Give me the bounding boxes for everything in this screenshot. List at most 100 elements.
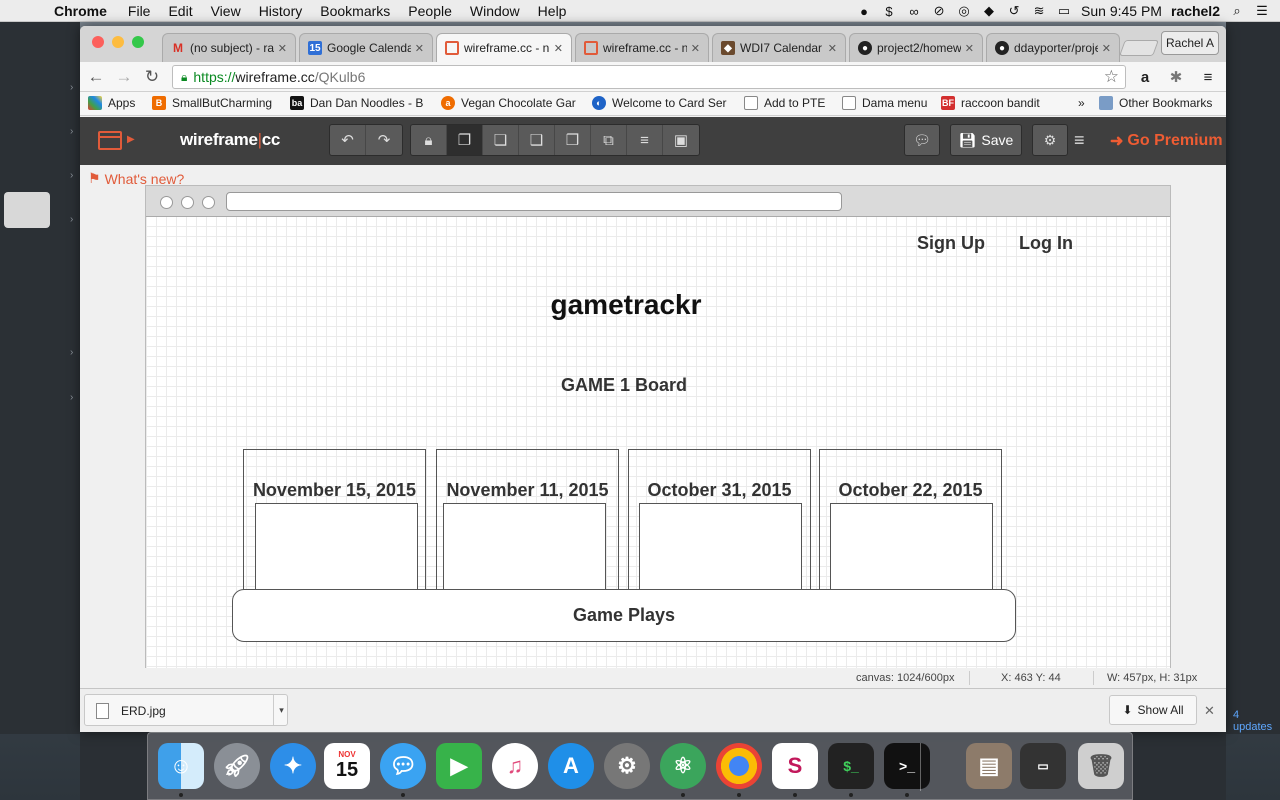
tab-github-project2[interactable]: ● project2/homew ✕ bbox=[849, 33, 983, 62]
wire-game-card[interactable]: November 11, 2015 bbox=[436, 449, 619, 613]
menu-view[interactable]: View bbox=[202, 3, 250, 19]
finder-icon[interactable]: ☺ bbox=[158, 743, 204, 789]
go-premium-link[interactable]: ➜ Go Premium bbox=[1110, 131, 1223, 151]
tab-google-calendar[interactable]: 15 Google Calendar ✕ bbox=[299, 33, 433, 62]
chevron-down-icon[interactable]: ▾ bbox=[273, 695, 289, 725]
wireframe-canvas[interactable]: Sign Up Log In gametrackr GAME 1 Board N… bbox=[145, 185, 1171, 688]
trash-icon[interactable]: 🗑︎ bbox=[1078, 743, 1124, 789]
sync-icon[interactable]: ◎ bbox=[956, 3, 972, 18]
reload-icon[interactable]: ↻ bbox=[142, 67, 162, 87]
circle-slash-icon[interactable]: ⊘ bbox=[931, 3, 947, 18]
wire-signup-link[interactable]: Sign Up bbox=[917, 233, 985, 254]
terminal-green-icon[interactable]: $_ bbox=[828, 743, 874, 789]
wire-board-title[interactable]: GAME 1 Board bbox=[146, 375, 1102, 396]
wire-game-card[interactable]: October 31, 2015 bbox=[628, 449, 811, 613]
menu-history[interactable]: History bbox=[250, 3, 312, 19]
minimize-window-button[interactable] bbox=[112, 36, 124, 48]
app-store-icon[interactable]: A bbox=[548, 743, 594, 789]
group-icon[interactable]: ▣ bbox=[663, 125, 699, 155]
zoom-window-button[interactable] bbox=[132, 36, 144, 48]
menu-edit[interactable]: Edit bbox=[159, 3, 201, 19]
align-icon[interactable]: ≡ bbox=[627, 125, 663, 155]
menu-bookmarks[interactable]: Bookmarks bbox=[311, 3, 399, 19]
close-window-button[interactable] bbox=[92, 36, 104, 48]
download-item[interactable]: ERD.jpg ▾ bbox=[84, 694, 288, 726]
time-machine-icon[interactable]: ↺ bbox=[1006, 3, 1022, 18]
caret-right-icon[interactable]: ▶ bbox=[127, 134, 135, 145]
bookmarks-overflow[interactable]: » bbox=[1078, 96, 1085, 110]
send-to-back-icon[interactable]: ❐ bbox=[447, 125, 483, 155]
menubar-user[interactable]: rachel2 bbox=[1171, 3, 1220, 19]
close-tab-icon[interactable]: ✕ bbox=[278, 42, 287, 55]
hamburger-menu-icon[interactable]: ≡ bbox=[1074, 130, 1085, 151]
wifi-icon[interactable]: ≋ bbox=[1031, 3, 1047, 18]
duplicate-icon[interactable]: ⧉ bbox=[591, 125, 627, 155]
save-button[interactable]: 💾︎ Save bbox=[950, 124, 1022, 156]
bookmark-add-to-pte[interactable]: Add to PTE bbox=[744, 96, 825, 110]
close-tab-icon[interactable]: ✕ bbox=[691, 42, 700, 55]
tab-wdi7-calendar[interactable]: ◆ WDI7 Calendar ✕ bbox=[712, 33, 846, 62]
bookmark-dan-dan-noodles[interactable]: ba Dan Dan Noodles - B bbox=[290, 96, 426, 110]
wire-game-card[interactable]: October 22, 2015 bbox=[819, 449, 1002, 613]
photo-stack-icon[interactable]: ▤ bbox=[966, 743, 1012, 789]
battery-icon[interactable]: ▭ bbox=[1056, 3, 1072, 18]
bookmark-star-icon[interactable]: ☆ bbox=[1104, 67, 1119, 87]
system-preferences-icon[interactable]: ⚙ bbox=[604, 743, 650, 789]
menu-help[interactable]: Help bbox=[529, 3, 576, 19]
close-tab-icon[interactable]: ✕ bbox=[415, 42, 424, 55]
back-icon[interactable]: ← bbox=[86, 67, 106, 87]
bring-forward-icon[interactable]: ❑ bbox=[519, 125, 555, 155]
menu-file[interactable]: File bbox=[119, 3, 160, 19]
itunes-icon[interactable]: ♫ bbox=[492, 743, 538, 789]
new-tab-button[interactable] bbox=[1119, 40, 1159, 56]
bookmark-dama-menu[interactable]: Dama menu bbox=[842, 96, 927, 110]
redo-icon[interactable]: ↷ bbox=[366, 125, 402, 155]
wire-game-card[interactable]: November 15, 2015 bbox=[243, 449, 426, 613]
launchpad-icon[interactable]: 🚀︎ bbox=[214, 743, 260, 789]
bookmark-smallbutcharming[interactable]: B SmallButCharming bbox=[152, 96, 272, 110]
tab-github-ddayporter[interactable]: ● ddayporter/proje ✕ bbox=[986, 33, 1120, 62]
lock-element-icon[interactable]: 🔒︎ bbox=[411, 125, 447, 155]
bookmark-raccoon-bandit[interactable]: BF raccoon bandit bbox=[941, 96, 1040, 110]
screen-recording-icon[interactable]: ▭ bbox=[1020, 743, 1066, 789]
close-tab-icon[interactable]: ✕ bbox=[965, 42, 974, 55]
menu-window[interactable]: Window bbox=[461, 3, 529, 19]
chrome-icon[interactable] bbox=[716, 743, 762, 789]
elephant-icon[interactable]: ◆ bbox=[981, 3, 997, 18]
menubar-clock[interactable]: Sun 9:45 PM bbox=[1081, 3, 1162, 19]
wire-login-link[interactable]: Log In bbox=[1019, 233, 1073, 254]
comment-icon[interactable]: 💬︎ bbox=[904, 124, 940, 156]
mock-browser-frame[interactable] bbox=[146, 186, 1170, 217]
bookmark-vegan-chocolate[interactable]: a Vegan Chocolate Gar bbox=[441, 96, 577, 110]
profile-button[interactable]: Rachel A bbox=[1161, 31, 1219, 55]
menu-people[interactable]: People bbox=[399, 3, 461, 19]
show-all-downloads-button[interactable]: ⬇ Show All bbox=[1109, 695, 1197, 725]
tab-wireframe-active[interactable]: wireframe.cc - n ✕ bbox=[436, 33, 572, 62]
slack-icon[interactable]: S bbox=[772, 743, 818, 789]
close-tab-icon[interactable]: ✕ bbox=[554, 42, 563, 55]
atom-icon[interactable]: ⚛ bbox=[660, 743, 706, 789]
tab-gmail[interactable]: M (no subject) - ra ✕ bbox=[162, 33, 296, 62]
chrome-menu-icon[interactable]: ≡ bbox=[1198, 67, 1218, 87]
wireframe-logo-icon[interactable] bbox=[98, 131, 122, 150]
notification-center-icon[interactable]: ☰ bbox=[1254, 3, 1270, 18]
close-downloads-icon[interactable]: ✕ bbox=[1204, 703, 1215, 719]
mock-url-bar[interactable] bbox=[226, 192, 842, 211]
settings-gears-icon[interactable]: ⚙ bbox=[1032, 124, 1068, 156]
address-bar[interactable]: 🔒︎ https://wireframe.cc/QKulb6 ☆ bbox=[172, 65, 1126, 89]
messages-icon[interactable]: 💬︎ bbox=[380, 743, 426, 789]
bookmark-other[interactable]: Other Bookmarks bbox=[1099, 96, 1212, 110]
menu-app-name[interactable]: Chrome bbox=[46, 3, 119, 19]
bring-to-front-icon[interactable]: ❒ bbox=[555, 125, 591, 155]
updates-link[interactable]: 4 updates bbox=[1233, 709, 1280, 733]
amazon-extension-icon[interactable]: a bbox=[1135, 67, 1155, 87]
wire-game-plays-button[interactable]: Game Plays bbox=[232, 589, 1016, 642]
undo-icon[interactable]: ↶ bbox=[330, 125, 366, 155]
tab-wireframe[interactable]: wireframe.cc - n ✕ bbox=[575, 33, 709, 62]
glasses-icon[interactable]: ∞ bbox=[906, 4, 922, 19]
forward-icon[interactable]: → bbox=[114, 67, 134, 87]
spotlight-icon[interactable]: ⌕ bbox=[1229, 3, 1245, 18]
dollar-icon[interactable]: $ bbox=[881, 4, 897, 19]
calendar-app-icon[interactable]: NOV 15 bbox=[324, 743, 370, 789]
bookmark-apps[interactable]: Apps bbox=[88, 96, 135, 110]
